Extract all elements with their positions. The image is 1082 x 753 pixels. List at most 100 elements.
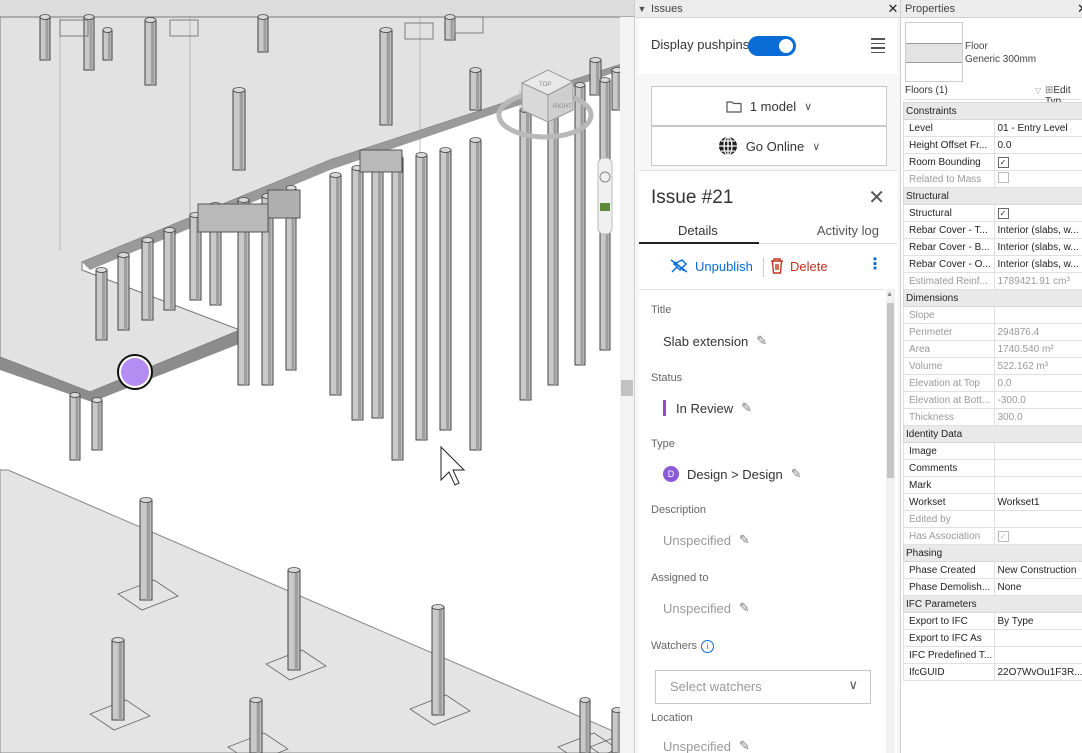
column[interactable]: [439, 149, 452, 431]
property-group-header[interactable]: Identity Data: [903, 425, 1082, 443]
property-value[interactable]: [993, 459, 1082, 477]
column[interactable]: [469, 69, 482, 111]
type-value-text: Design > Design: [687, 466, 783, 482]
issue-scrollbar[interactable]: [886, 289, 895, 753]
tab-activity-log[interactable]: Activity log: [817, 223, 879, 238]
column-top: [69, 392, 81, 398]
property-value[interactable]: 22O7WvOu1F3R...: [993, 663, 1082, 681]
scrollbar-thumb[interactable]: [887, 303, 894, 478]
edit-pencil-icon[interactable]: ✎: [739, 532, 750, 548]
tab-details[interactable]: Details: [678, 223, 718, 238]
property-value[interactable]: None: [993, 578, 1082, 596]
close-properties-icon[interactable]: ✕: [1077, 1, 1082, 17]
property-value[interactable]: 0.0: [993, 136, 1082, 154]
checkbox[interactable]: ✓: [997, 207, 1009, 219]
type-field-value[interactable]: D Design > Design ✎: [663, 466, 802, 482]
column-shade: [102, 270, 106, 340]
column-top: [141, 237, 154, 243]
property-group-header[interactable]: Dimensions: [903, 289, 1082, 307]
column-top: [257, 14, 269, 20]
property-row: Edited by: [903, 510, 1082, 528]
hamburger-menu-icon[interactable]: [871, 38, 885, 56]
panel-menu-icon[interactable]: ▼: [635, 4, 649, 14]
type-badge: D: [663, 466, 679, 482]
model-selector-button[interactable]: 1 model ∨: [651, 86, 887, 126]
column-top: [144, 17, 157, 23]
issue-pushpin[interactable]: [121, 358, 149, 386]
column[interactable]: [469, 139, 482, 451]
scroll-up-arrow-icon[interactable]: ▲: [886, 291, 893, 298]
model-scene[interactable]: TOP RIGHT: [0, 0, 634, 753]
unpublish-button[interactable]: Unpublish: [669, 258, 753, 274]
checkbox[interactable]: ✓: [997, 156, 1009, 168]
property-value[interactable]: Interior (slabs, w...: [993, 221, 1082, 239]
property-group-header[interactable]: Constraints: [903, 102, 1082, 120]
property-value: 1740.540 m²: [993, 340, 1082, 358]
column-shade: [268, 196, 272, 385]
watchers-select[interactable]: Select watchers ∨: [655, 670, 871, 704]
delete-button[interactable]: Delete: [770, 258, 828, 274]
display-pushpins-toggle[interactable]: [748, 36, 796, 56]
property-value-text: Workset1: [997, 496, 1040, 508]
property-value[interactable]: 01 - Entry Level: [993, 119, 1082, 137]
property-value[interactable]: ✓: [993, 204, 1082, 222]
3d-viewport[interactable]: TOP RIGHT: [0, 0, 634, 753]
property-value[interactable]: [993, 629, 1082, 647]
property-value[interactable]: Workset1: [993, 493, 1082, 511]
column-shade: [118, 640, 123, 720]
location-field-value[interactable]: Unspecified ✎: [663, 738, 750, 753]
property-group-header[interactable]: IFC Parameters: [903, 595, 1082, 613]
group-label: Phasing: [903, 544, 1082, 562]
pan-icon[interactable]: [600, 203, 610, 211]
column-shade: [294, 570, 299, 670]
property-name: Has Association: [903, 527, 995, 545]
instance-selector[interactable]: Floors (1) ▽ ⊞Edit Typ: [905, 85, 1081, 107]
column[interactable]: [415, 154, 428, 441]
properties-panel: Properties ✕ Floor Generic 300mm Floors …: [900, 0, 1082, 753]
property-value[interactable]: Interior (slabs, w...: [993, 255, 1082, 273]
column[interactable]: [371, 159, 384, 419]
title-field-value[interactable]: Slab extension ✎: [663, 333, 767, 349]
status-value-text: In Review: [676, 400, 734, 416]
property-value[interactable]: [993, 646, 1082, 664]
column-top: [431, 604, 445, 610]
viewport-scroll-thumb[interactable]: [621, 380, 633, 396]
column[interactable]: [329, 174, 342, 396]
edit-pencil-icon[interactable]: ✎: [739, 738, 750, 753]
title-value-text: Slab extension: [663, 333, 749, 349]
assigned-field-value[interactable]: Unspecified ✎: [663, 600, 750, 616]
edit-pencil-icon[interactable]: ✎: [739, 600, 750, 616]
property-value-text: 0.0: [997, 139, 1012, 151]
property-value[interactable]: ✓: [993, 153, 1082, 171]
edit-pencil-icon[interactable]: ✎: [791, 466, 802, 482]
info-icon[interactable]: i: [701, 640, 715, 653]
close-issue-icon[interactable]: ✕: [868, 185, 885, 210]
group-label: Identity Data: [903, 425, 1082, 443]
more-options-icon[interactable]: ⋮: [867, 257, 883, 273]
property-value[interactable]: By Type: [993, 612, 1082, 630]
type-name[interactable]: Floor Generic 300mm: [965, 40, 1036, 66]
property-group-header[interactable]: Phasing: [903, 544, 1082, 562]
property-value[interactable]: [993, 442, 1082, 460]
column[interactable]: [102, 29, 113, 61]
property-value[interactable]: New Construction: [993, 561, 1082, 579]
unpublish-pin-icon: [670, 259, 688, 273]
navigation-bar[interactable]: [597, 157, 613, 235]
property-row: Mark: [903, 476, 1082, 494]
property-value[interactable]: [993, 476, 1082, 494]
description-value-text: Unspecified: [663, 532, 731, 548]
watchers-placeholder: Select watchers: [670, 679, 762, 694]
property-row: Rebar Cover - T... Interior (slabs, w...: [903, 221, 1082, 239]
column[interactable]: [351, 167, 364, 421]
property-value[interactable]: Interior (slabs, w...: [993, 238, 1082, 256]
property-group-header[interactable]: Structural: [903, 187, 1082, 205]
description-field-value[interactable]: Unspecified ✎: [663, 532, 750, 548]
status-field-value[interactable]: In Review ✎: [663, 400, 752, 416]
close-issues-icon[interactable]: ✕: [885, 1, 901, 17]
edit-pencil-icon[interactable]: ✎: [741, 400, 752, 416]
go-online-button[interactable]: Go Online ∨: [651, 126, 887, 166]
property-name: Structural: [903, 204, 995, 222]
property-value: 294876.4: [993, 323, 1082, 341]
edit-pencil-icon[interactable]: ✎: [756, 333, 767, 349]
column[interactable]: [391, 157, 404, 461]
